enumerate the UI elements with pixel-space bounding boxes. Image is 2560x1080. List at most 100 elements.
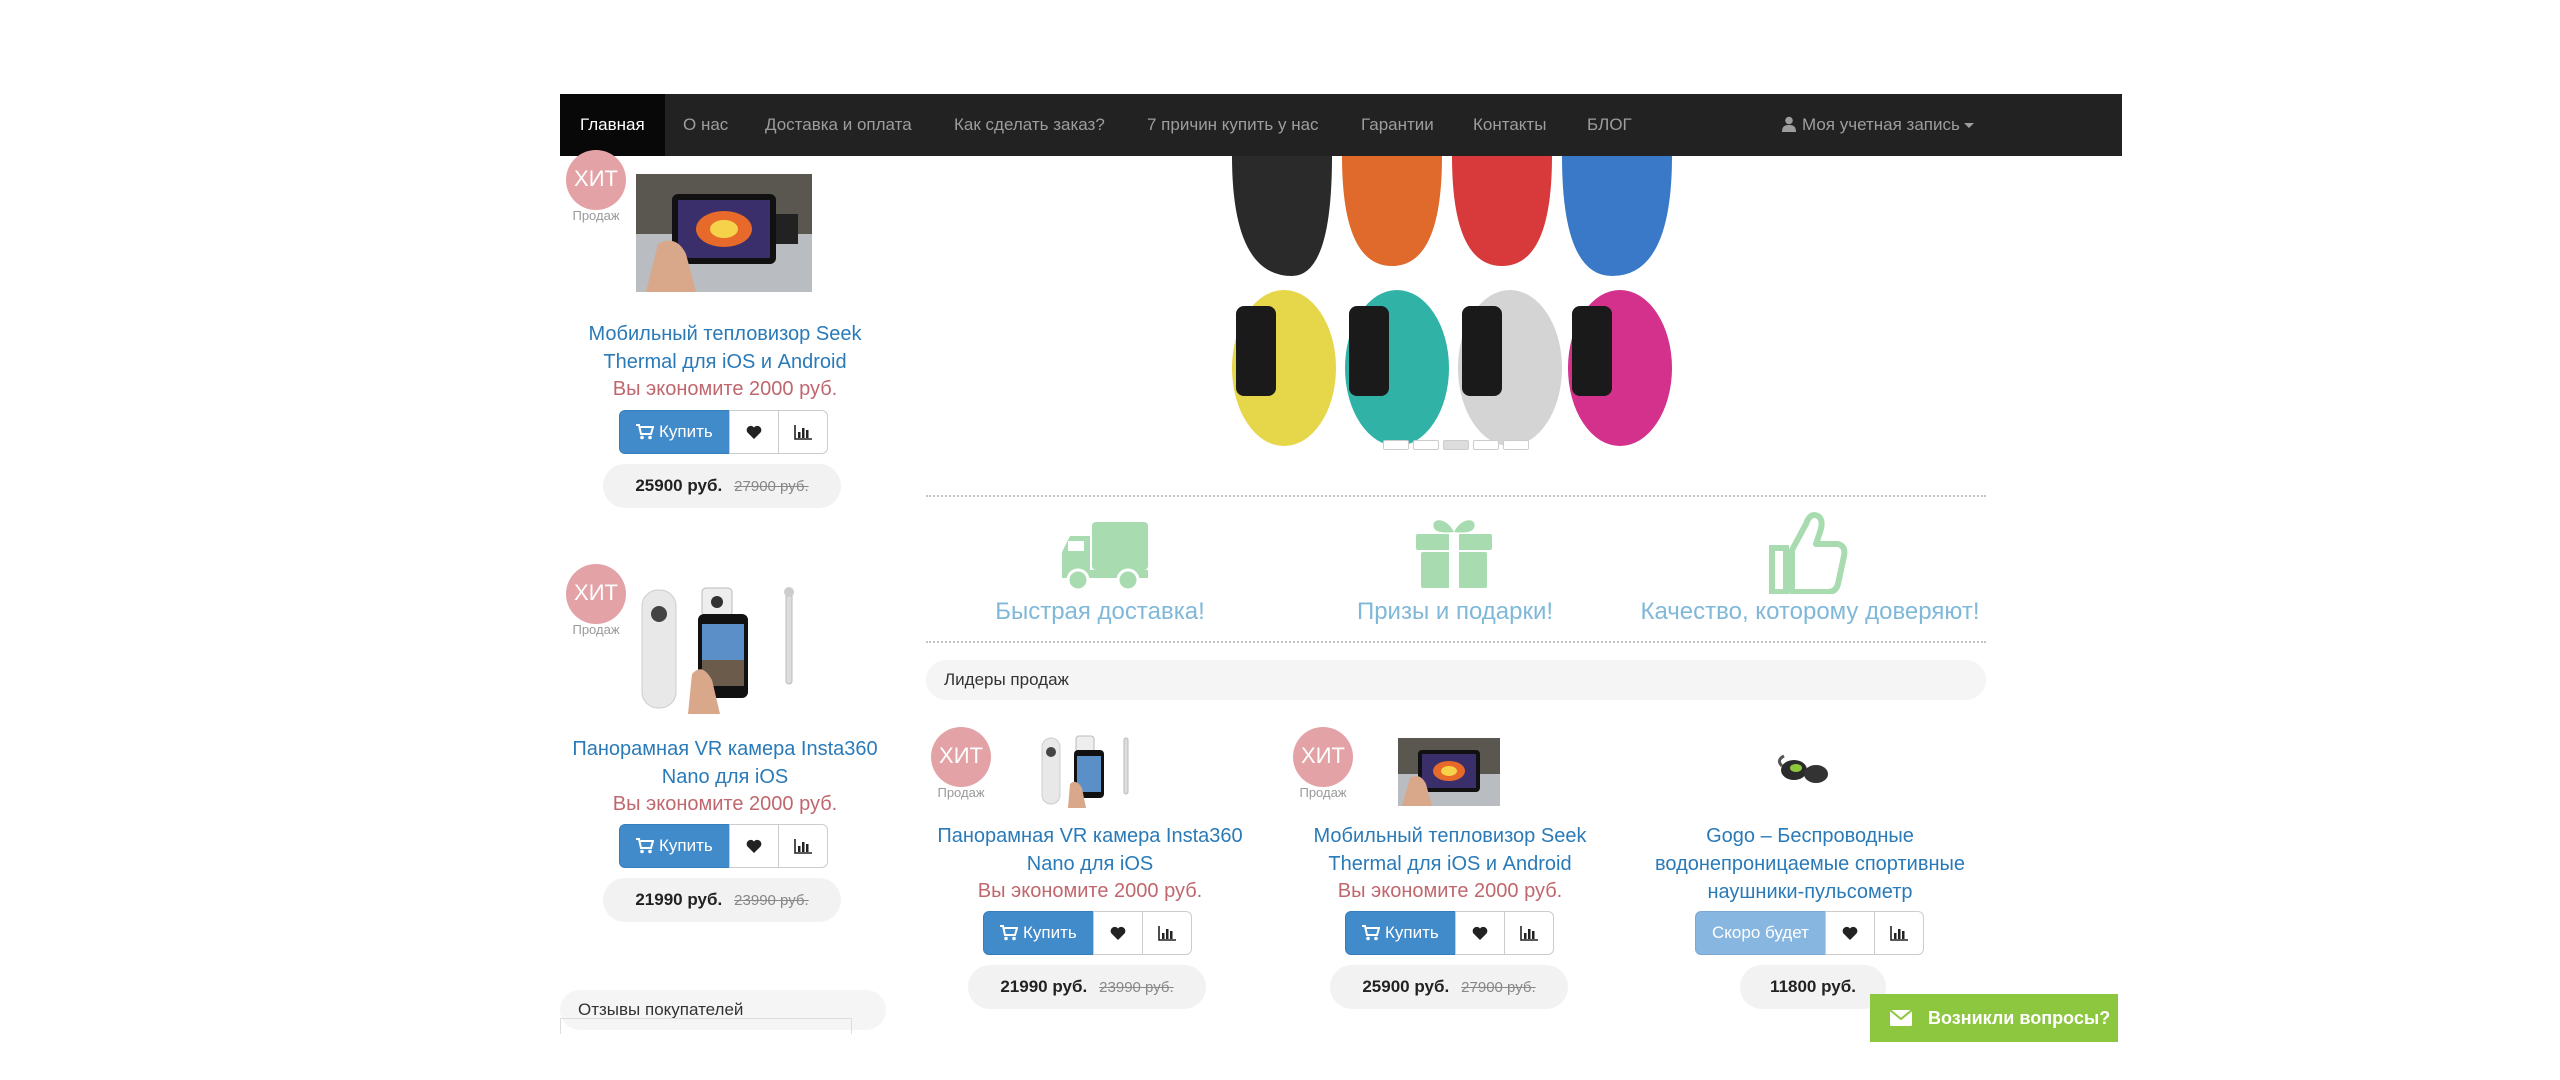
wishlist-button[interactable]	[728, 824, 779, 868]
sidebar-product-price: 21990 руб. 23990 руб.	[603, 878, 841, 922]
sidebar-product-save: Вы экономите 2000 руб.	[612, 378, 838, 400]
buy-button[interactable]: Купить	[619, 410, 730, 454]
hit-badge-sub: Продаж	[1299, 785, 1347, 800]
heart-icon	[1472, 926, 1488, 940]
carousel-dot-5[interactable]	[1503, 440, 1529, 450]
hit-badge-sub: Продаж	[572, 208, 620, 223]
cart-icon	[636, 838, 654, 854]
nav-delivery[interactable]: Доставка и оплата	[765, 94, 912, 156]
bar-chart-icon	[1157, 925, 1176, 941]
wishlist-button[interactable]	[1824, 911, 1875, 955]
leader-product-actions: Купить	[983, 911, 1192, 955]
old-price: 27900 руб.	[1461, 978, 1536, 996]
compare-button[interactable]	[1141, 911, 1192, 955]
old-price: 27900 руб.	[734, 477, 809, 495]
wishlist-button[interactable]	[1092, 911, 1143, 955]
leader-product-actions: Купить	[1345, 911, 1554, 955]
wishlist-button[interactable]	[728, 410, 779, 454]
top-navbar: Главная О нас Доставка и оплата Как сдел…	[560, 94, 2122, 156]
buy-button[interactable]: Купить	[983, 911, 1094, 955]
leader-product-title[interactable]: Мобильный тепловизор Seek Thermal для iO…	[1285, 822, 1615, 878]
compare-button[interactable]	[777, 824, 828, 868]
sidebar-product-save: Вы экономите 2000 руб.	[612, 793, 838, 815]
carousel-dot-1[interactable]	[1383, 440, 1409, 450]
buy-button[interactable]: Купить	[1345, 911, 1456, 955]
coming-soon-button[interactable]: Скоро будет	[1695, 911, 1826, 955]
price: 21990 руб.	[1000, 977, 1088, 996]
hit-badge: ХИТ	[1293, 727, 1353, 787]
cart-icon	[1362, 925, 1380, 941]
buy-label: Купить	[1023, 923, 1077, 942]
compare-button[interactable]	[1873, 911, 1924, 955]
hit-badge-sub: Продаж	[937, 785, 985, 800]
leader-product-price: 11800 руб.	[1740, 965, 1886, 1009]
heart-icon	[746, 425, 762, 439]
hit-badge: ХИТ	[931, 727, 991, 787]
account-label: Моя учетная запись	[1802, 115, 1960, 134]
price: 21990 руб.	[635, 890, 723, 909]
leader-product-save: Вы экономите 2000 руб.	[977, 880, 1203, 902]
thumbs-up-icon	[1768, 510, 1848, 599]
buy-label: Купить	[1385, 923, 1439, 942]
old-price: 23990 руб.	[1099, 978, 1174, 996]
nav-guarantees[interactable]: Гарантии	[1361, 94, 1434, 156]
chat-button[interactable]: Возникли вопросы?	[1870, 994, 2118, 1042]
sidebar-product-title[interactable]: Панорамная VR камера Insta360 Nano для i…	[570, 735, 880, 791]
nav-blog[interactable]: БЛОГ	[1587, 94, 1632, 156]
feature-gifts: Призы и подарки!	[1356, 598, 1554, 625]
user-icon	[1782, 116, 1796, 132]
leader-product-save: Вы экономите 2000 руб.	[1337, 880, 1563, 902]
leaders-section-header: Лидеры продаж	[926, 660, 1986, 700]
nav-7-reasons[interactable]: 7 причин купить у нас	[1147, 94, 1319, 156]
leader-product-price: 21990 руб. 23990 руб.	[968, 965, 1206, 1009]
old-price: 23990 руб.	[734, 891, 809, 909]
leader-product-title[interactable]: Панорамная VR камера Insta360 Nano для i…	[925, 822, 1255, 878]
envelope-icon	[1890, 1010, 1912, 1026]
nav-contacts[interactable]: Контакты	[1473, 94, 1546, 156]
sidebar-product-actions: Купить	[619, 410, 828, 454]
price: 25900 руб.	[1362, 977, 1450, 996]
sidebar-product-price: 25900 руб. 27900 руб.	[603, 464, 841, 508]
truck-icon	[1062, 522, 1148, 597]
divider-top	[926, 495, 1986, 497]
account-menu[interactable]: Моя учетная запись	[1782, 94, 1974, 156]
product-image-seek-thermal[interactable]	[636, 174, 812, 292]
wishlist-button[interactable]	[1454, 911, 1505, 955]
heart-icon	[1110, 926, 1126, 940]
cart-icon	[636, 424, 654, 440]
compare-button[interactable]	[1503, 911, 1554, 955]
chat-label: Возникли вопросы?	[1928, 1007, 2111, 1028]
bar-chart-icon	[793, 424, 812, 440]
carousel-dot-2[interactable]	[1413, 440, 1439, 450]
nav-how-to-order[interactable]: Как сделать заказ?	[954, 94, 1105, 156]
product-image-gogo-headphones[interactable]	[1774, 746, 1834, 792]
bar-chart-icon	[793, 838, 812, 854]
sidebar-product-actions: Купить	[619, 824, 828, 868]
hit-badge: ХИТ	[566, 150, 626, 210]
nav-about[interactable]: О нас	[683, 94, 728, 156]
banner-carousel[interactable]	[1222, 156, 1700, 456]
product-image-insta360[interactable]	[636, 584, 812, 714]
bar-chart-icon	[1519, 925, 1538, 941]
nav-home[interactable]: Главная	[560, 94, 665, 156]
carousel-dot-4[interactable]	[1473, 440, 1499, 450]
divider-bottom	[926, 641, 1986, 643]
buy-button[interactable]: Купить	[619, 824, 730, 868]
product-image-insta360[interactable]	[1038, 734, 1138, 808]
price: 11800 руб.	[1770, 977, 1856, 996]
carousel-dot-3-active[interactable]	[1443, 440, 1469, 450]
bar-chart-icon	[1890, 925, 1908, 941]
reviews-panel	[560, 1018, 852, 1034]
product-image-seek-thermal[interactable]	[1398, 738, 1500, 806]
caret-down-icon	[1963, 123, 1974, 129]
page: Главная О нас Доставка и оплата Как сдел…	[0, 0, 2560, 1080]
sidebar-product-title[interactable]: Мобильный тепловизор Seek Thermal для iO…	[575, 320, 875, 376]
hit-badge: ХИТ	[566, 564, 626, 624]
price: 25900 руб.	[635, 476, 723, 495]
cart-icon	[1000, 925, 1018, 941]
leader-product-title[interactable]: Gogo – Беспроводные водонепроницаемые сп…	[1640, 822, 1980, 906]
compare-button[interactable]	[777, 410, 828, 454]
feature-fast-delivery: Быстрая доставка!	[995, 598, 1205, 625]
buy-label: Купить	[659, 422, 713, 441]
hit-badge-sub: Продаж	[572, 622, 620, 637]
